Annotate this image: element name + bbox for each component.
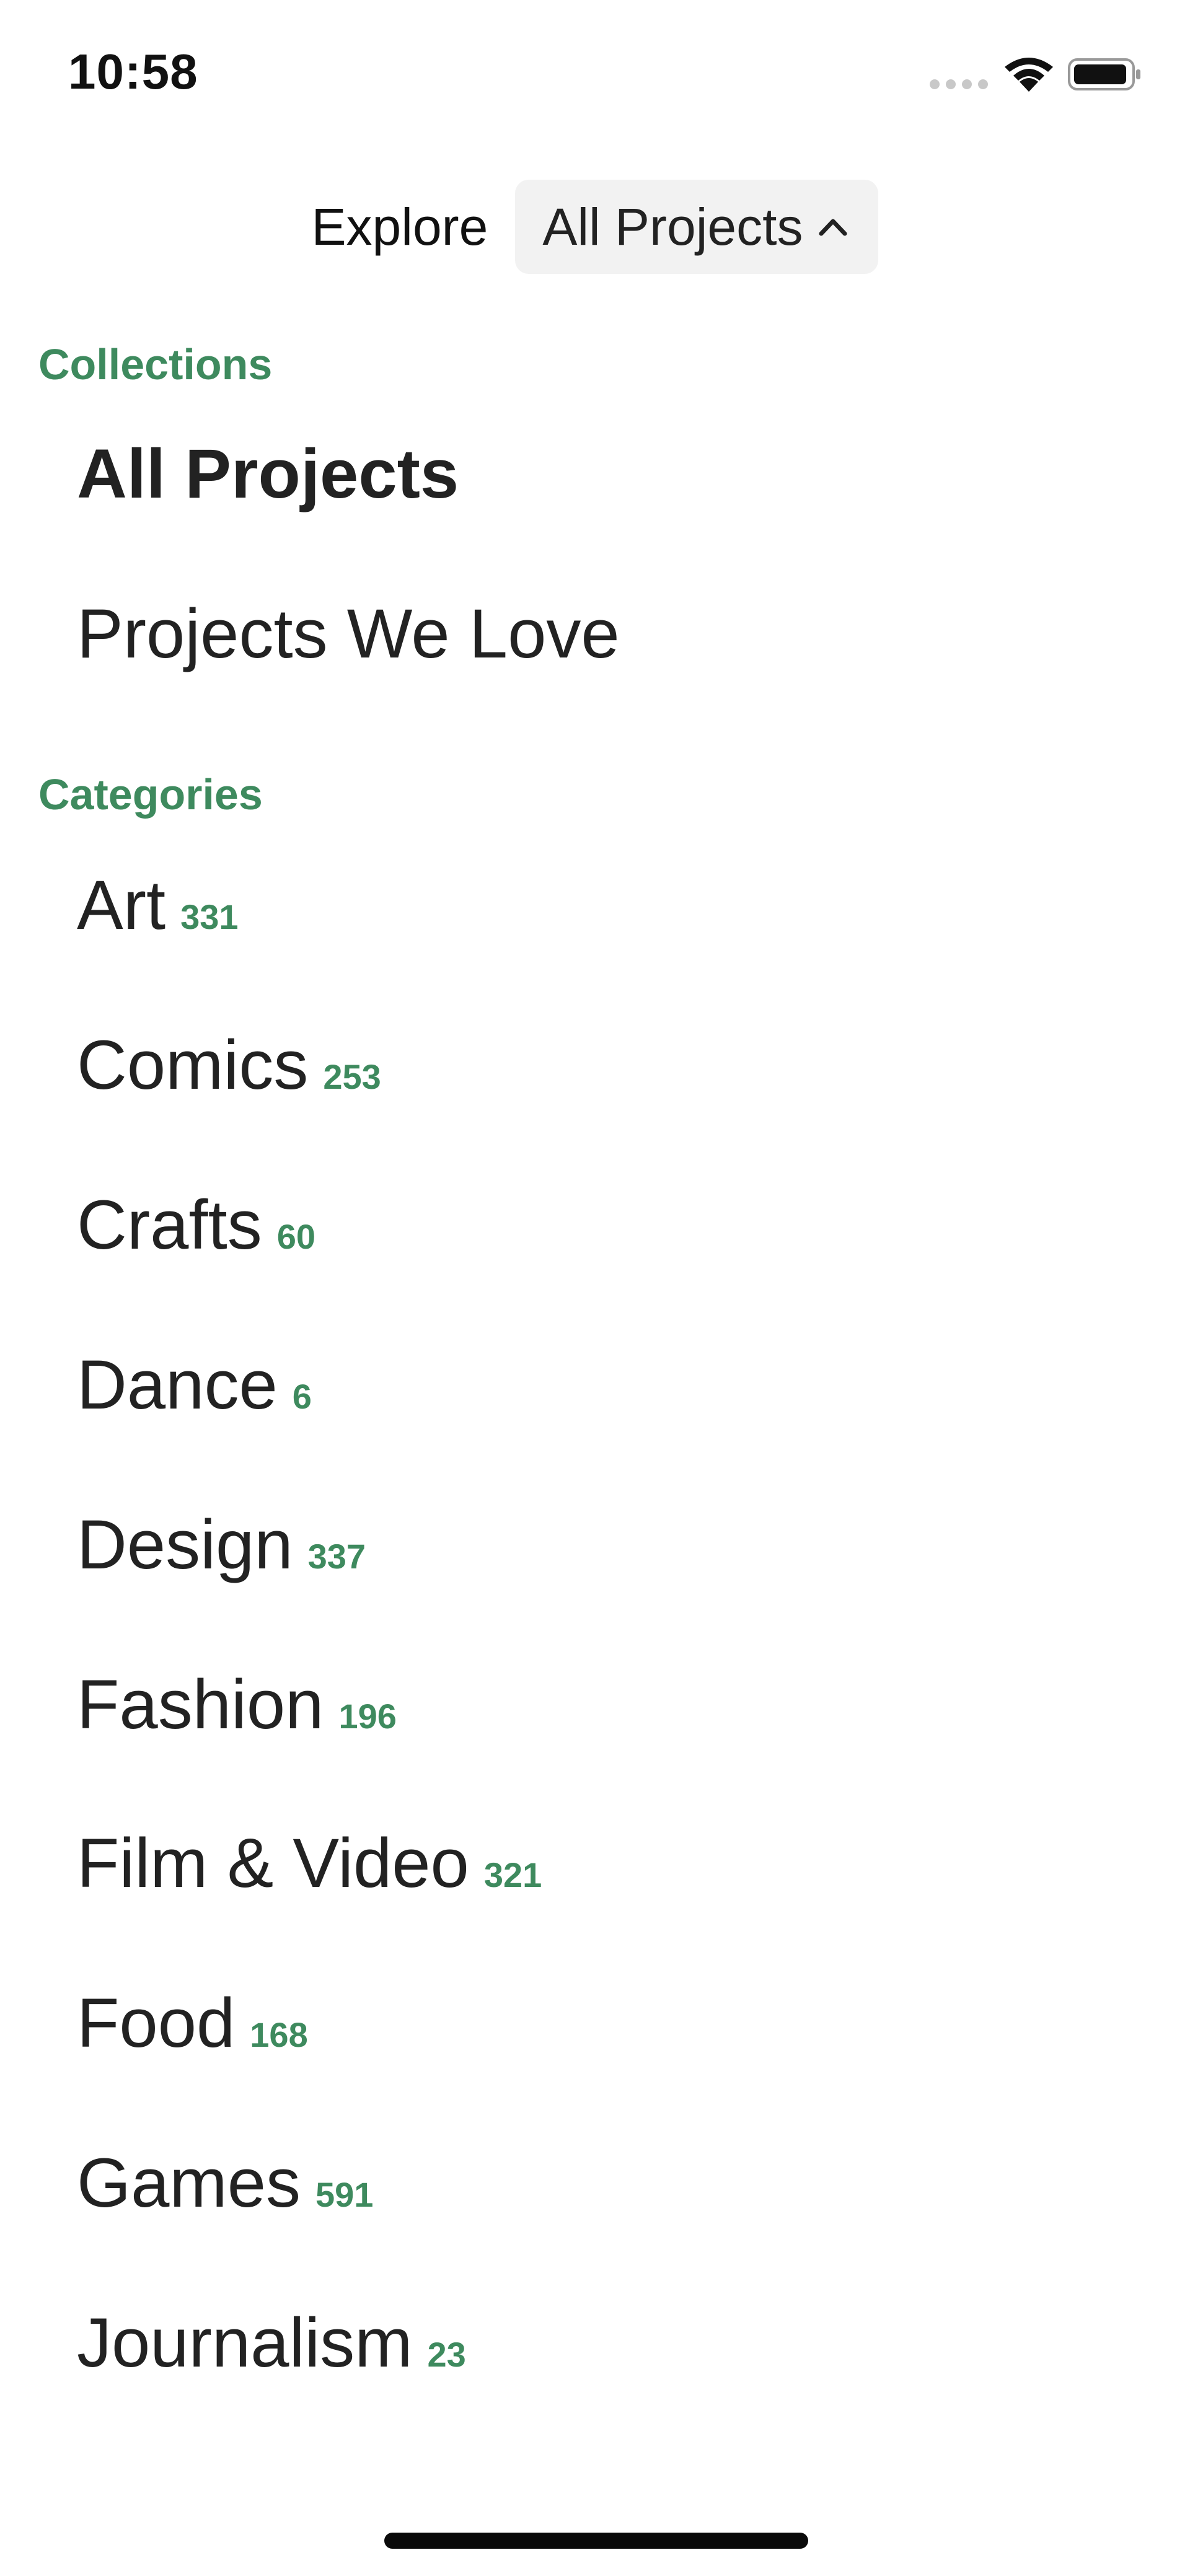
status-bar: 10:58 [0,0,1190,144]
dropdown-label: All Projects [542,197,803,256]
category-name: Crafts [77,1186,262,1264]
category-name: Design [77,1506,293,1583]
status-time: 10:58 [68,44,198,99]
category-count: 321 [483,1855,542,1894]
categories-heading: Categories [38,770,263,819]
category-count: 23 [427,2335,466,2374]
category-item-games[interactable]: Games 591 [77,2143,373,2223]
collections-heading: Collections [38,340,273,389]
category-item-fashion[interactable]: Fashion 196 [77,1664,397,1744]
category-count: 331 [180,897,239,936]
category-name: Games [77,2144,301,2222]
category-name: Journalism [77,2304,413,2381]
category-name: Comics [77,1026,309,1104]
cellular-signal-icon [930,79,988,89]
category-name: Food [77,1984,236,2062]
category-item-crafts[interactable]: Crafts 60 [77,1185,315,1265]
category-item-design[interactable]: Design 337 [77,1505,366,1585]
category-item-dance[interactable]: Dance 6 [77,1345,312,1425]
category-item-food[interactable]: Food 168 [77,1983,308,2063]
category-count: 6 [292,1377,312,1416]
category-name: Art [77,866,166,944]
category-item-film-video[interactable]: Film & Video 321 [77,1823,542,1903]
collection-item-all-projects[interactable]: All Projects [77,434,459,514]
category-count: 60 [276,1217,315,1256]
category-count: 168 [250,2015,308,2054]
battery-icon [1068,58,1140,90]
wifi-icon [1005,58,1053,92]
collection-item-projects-we-love[interactable]: Projects We Love [77,594,620,674]
category-item-comics[interactable]: Comics 253 [77,1025,381,1105]
category-count: 196 [338,1697,397,1736]
home-indicator[interactable] [384,2533,808,2549]
explore-header: Explore All Projects [0,180,1190,274]
category-count: 591 [315,2175,374,2214]
category-item-journalism[interactable]: Journalism 23 [77,2303,466,2383]
category-count: 337 [307,1537,366,1576]
category-name: Film & Video [77,1824,469,1902]
explore-title: Explore [311,197,488,256]
category-item-art[interactable]: Art 331 [77,865,239,945]
category-count: 253 [323,1057,381,1096]
chevron-up-icon [819,219,847,236]
category-name: Dance [77,1346,278,1423]
category-name: Fashion [77,1666,324,1743]
collection-dropdown-button[interactable]: All Projects [515,180,879,274]
